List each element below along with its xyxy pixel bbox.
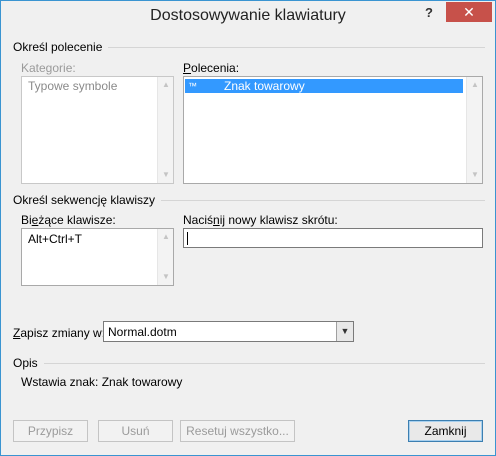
scroll-up-icon: ▲ bbox=[162, 80, 170, 89]
command-section-heading: Określ polecenie bbox=[13, 40, 109, 54]
remove-button[interactable]: Usuń bbox=[98, 420, 173, 442]
description-section-header: Opis bbox=[13, 356, 485, 370]
save-in-value: Normal.dotm bbox=[108, 325, 177, 339]
section-divider bbox=[13, 363, 485, 364]
categories-scrollbar: ▲ ▼ bbox=[157, 77, 173, 183]
command-name: Znak towarowy bbox=[224, 79, 305, 93]
scroll-up-icon: ▲ bbox=[162, 232, 170, 241]
categories-list: Typowe symbole ▲ ▼ bbox=[21, 76, 174, 184]
trademark-symbol: ™ bbox=[188, 81, 197, 91]
description-heading: Opis bbox=[13, 356, 44, 370]
commands-scrollbar[interactable]: ▲ ▼ bbox=[466, 77, 482, 183]
current-keys-scrollbar: ▲ ▼ bbox=[157, 229, 173, 285]
description-text: Wstawia znak: Znak towarowy bbox=[21, 375, 183, 389]
scroll-down-icon[interactable]: ▼ bbox=[467, 167, 483, 183]
categories-label: Kategorie: bbox=[21, 61, 76, 75]
commands-list[interactable]: ™ Znak towarowy ▲ ▼ bbox=[183, 76, 483, 184]
list-item: Typowe symbole bbox=[28, 79, 118, 93]
reset-all-button[interactable]: Resetuj wszystko... bbox=[180, 420, 295, 442]
scroll-up-icon[interactable]: ▲ bbox=[467, 77, 483, 93]
help-button[interactable]: ? bbox=[419, 5, 439, 23]
keys-section-heading: Określ sekwencję klawiszy bbox=[13, 193, 162, 207]
save-in-dropdown[interactable]: Normal.dotm ▼ bbox=[103, 321, 354, 342]
assign-button[interactable]: Przypisz bbox=[13, 420, 88, 442]
title-bar[interactable]: Dostosowywanie klawiatury ? ✕ bbox=[1, 1, 495, 32]
new-shortcut-key-input[interactable] bbox=[183, 228, 483, 248]
keys-section-header: Określ sekwencję klawiszy bbox=[13, 193, 485, 207]
close-icon: ✕ bbox=[463, 4, 475, 20]
list-item[interactable]: Alt+Ctrl+T bbox=[25, 232, 155, 246]
text-caret bbox=[187, 232, 188, 245]
help-icon: ? bbox=[425, 5, 433, 20]
chevron-down-icon[interactable]: ▼ bbox=[336, 322, 353, 341]
command-section-header: Określ polecenie bbox=[13, 40, 485, 54]
new-key-label: Naciśnij nowy klawisz skrótu: bbox=[183, 213, 338, 227]
scroll-down-icon: ▼ bbox=[162, 170, 170, 179]
close-window-button[interactable]: ✕ bbox=[446, 2, 492, 22]
current-keys-list[interactable]: Alt+Ctrl+T ▲ ▼ bbox=[21, 228, 174, 286]
list-item-trademark[interactable]: ™ Znak towarowy bbox=[185, 79, 463, 93]
close-button[interactable]: Zamknij bbox=[408, 420, 483, 442]
customize-keyboard-dialog: Dostosowywanie klawiatury ? ✕ Określ pol… bbox=[0, 0, 496, 456]
current-keys-label: Bieżące klawisze: bbox=[21, 213, 116, 227]
save-in-label: Zapisz zmiany w: bbox=[13, 326, 106, 340]
scroll-down-icon: ▼ bbox=[162, 272, 170, 281]
commands-label: Polecenia: bbox=[183, 61, 240, 75]
